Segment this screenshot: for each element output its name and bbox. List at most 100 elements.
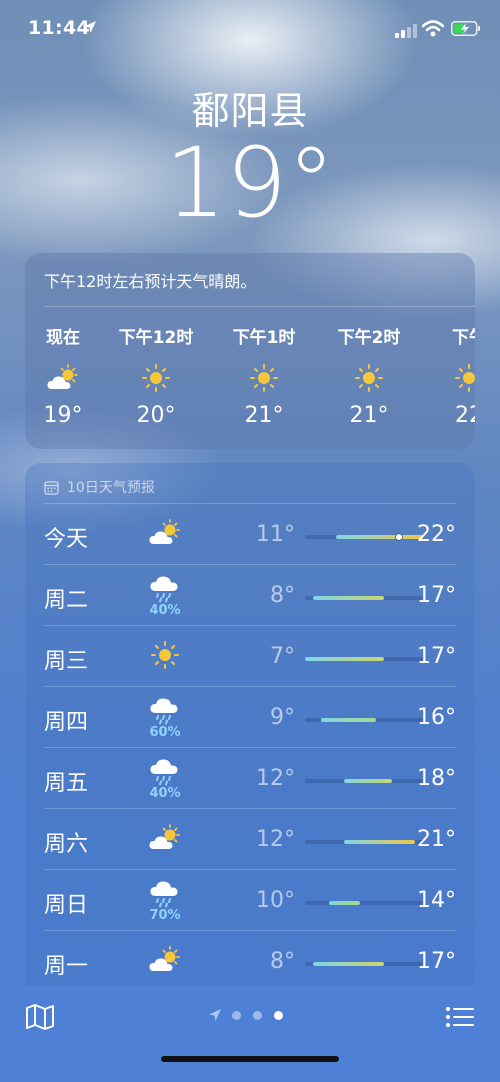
high-temp: 17° bbox=[417, 644, 456, 669]
low-temp: 12° bbox=[256, 827, 295, 852]
hour-label: 下午12时 bbox=[118, 328, 194, 348]
day-name: 周日 bbox=[44, 893, 89, 918]
bottom-toolbar bbox=[0, 986, 500, 1082]
hour-item: 现在 19° bbox=[25, 323, 108, 428]
temp-range-bar bbox=[320, 718, 376, 722]
cloud-sun-icon bbox=[149, 946, 180, 971]
cloud-sun-icon bbox=[149, 519, 180, 544]
current-location-icon[interactable] bbox=[208, 1008, 222, 1022]
daily-header-label: 10日天气预报 bbox=[67, 480, 155, 496]
battery-charging-icon bbox=[451, 21, 480, 36]
day-name: 周六 bbox=[44, 832, 89, 857]
cloud-rain-icon bbox=[150, 759, 178, 786]
cloud-sun-icon bbox=[47, 364, 78, 389]
temp-range-bar bbox=[328, 901, 361, 905]
hourly-forecast-card[interactable]: 下午12时左右预计天气晴朗。 现在 19° 下午12时 20° 下午1时 21°… bbox=[25, 253, 475, 449]
hour-temp: 21° bbox=[349, 403, 389, 428]
temp-range-bar bbox=[344, 779, 392, 783]
cloud-rain-icon bbox=[150, 881, 178, 908]
hour-label: 下午 bbox=[452, 328, 475, 348]
page-dot[interactable] bbox=[232, 1010, 241, 1020]
hourly-divider bbox=[44, 306, 475, 307]
low-temp: 8° bbox=[270, 949, 295, 974]
low-temp: 10° bbox=[256, 888, 295, 913]
day-icon-wrap: 70% bbox=[144, 878, 186, 926]
page-indicator[interactable] bbox=[208, 1008, 295, 1022]
page-dot-active[interactable] bbox=[274, 1010, 283, 1020]
low-temp: 8° bbox=[270, 583, 295, 608]
daily-header: 10日天气预报 bbox=[44, 477, 155, 497]
sun-icon bbox=[355, 364, 383, 392]
low-temp: 9° bbox=[270, 705, 295, 730]
ten-day-forecast-card[interactable]: 10日天气预报 今天 11° 22° 周二 40% 8° 17° 周三 7° 1… bbox=[25, 463, 475, 1023]
hour-item: 下午12时 20° bbox=[111, 323, 201, 428]
location-arrow-icon bbox=[84, 21, 96, 33]
high-temp: 21° bbox=[417, 827, 456, 852]
hour-temp: 22 bbox=[455, 403, 475, 428]
hour-item: 下午2时 21° bbox=[324, 323, 414, 428]
temp-range-bar bbox=[312, 596, 384, 600]
low-temp: 7° bbox=[270, 644, 295, 669]
day-icon-wrap: 40% bbox=[144, 573, 186, 621]
status-bar: 11:44 bbox=[0, 0, 500, 58]
day-name: 周三 bbox=[44, 649, 89, 674]
low-temp: 11° bbox=[256, 522, 295, 547]
precip-chance: 70% bbox=[149, 908, 181, 923]
temp-range-bar bbox=[344, 840, 416, 844]
day-row[interactable]: 今天 11° 22° bbox=[44, 503, 456, 565]
hour-label: 下午1时 bbox=[232, 328, 296, 348]
hour-temp: 19° bbox=[43, 403, 83, 428]
day-icon-wrap bbox=[144, 817, 186, 865]
low-temp: 12° bbox=[256, 766, 295, 791]
wifi-icon bbox=[422, 20, 444, 37]
current-temperature: 19° bbox=[164, 127, 336, 239]
high-temp: 14° bbox=[417, 888, 456, 913]
hour-label: 下午2时 bbox=[337, 328, 401, 348]
cloud-rain-icon bbox=[150, 698, 178, 725]
home-indicator[interactable] bbox=[161, 1056, 339, 1062]
day-icon-wrap: 60% bbox=[144, 695, 186, 743]
cloud-rain-icon bbox=[150, 576, 178, 603]
high-temp: 18° bbox=[417, 766, 456, 791]
temp-range-bar bbox=[312, 962, 384, 966]
hourly-summary: 下午12时左右预计天气晴朗。 bbox=[44, 272, 257, 291]
day-icon-wrap bbox=[144, 634, 186, 682]
day-row[interactable]: 周六 12° 21° bbox=[44, 808, 456, 870]
hour-temp: 21° bbox=[244, 403, 284, 428]
day-name: 周一 bbox=[44, 954, 89, 979]
day-icon-wrap bbox=[144, 939, 186, 987]
temp-range-bar bbox=[305, 657, 384, 661]
hour-item: 下午 22 bbox=[424, 323, 475, 428]
day-name: 周四 bbox=[44, 710, 89, 735]
day-name: 周二 bbox=[44, 588, 89, 613]
map-icon[interactable] bbox=[24, 1002, 56, 1032]
day-row[interactable]: 周五 40% 12° 18° bbox=[44, 747, 456, 809]
precip-chance: 40% bbox=[149, 786, 181, 801]
current-temp-dot bbox=[396, 534, 403, 540]
sun-icon bbox=[250, 364, 278, 392]
day-row[interactable]: 周四 60% 9° 16° bbox=[44, 686, 456, 748]
page-dot[interactable] bbox=[253, 1010, 262, 1020]
high-temp: 17° bbox=[417, 583, 456, 608]
day-icon-wrap bbox=[144, 512, 186, 560]
status-time: 11:44 bbox=[28, 17, 90, 39]
sun-icon bbox=[151, 641, 179, 669]
high-temp: 17° bbox=[417, 949, 456, 974]
high-temp: 22° bbox=[417, 522, 456, 547]
list-icon[interactable] bbox=[444, 1002, 476, 1032]
hour-label: 现在 bbox=[46, 328, 80, 348]
day-name: 今天 bbox=[44, 527, 89, 552]
hour-item: 下午1时 21° bbox=[219, 323, 309, 428]
sun-icon bbox=[455, 364, 475, 392]
hour-temp: 20° bbox=[136, 403, 176, 428]
day-row[interactable]: 周日 70% 10° 14° bbox=[44, 869, 456, 931]
day-row[interactable]: 周一 8° 17° bbox=[44, 930, 456, 992]
cloud-sun-icon bbox=[149, 824, 180, 849]
sun-icon bbox=[142, 364, 170, 392]
day-icon-wrap: 40% bbox=[144, 756, 186, 804]
precip-chance: 60% bbox=[149, 725, 181, 740]
day-row[interactable]: 周三 7° 17° bbox=[44, 625, 456, 687]
day-row[interactable]: 周二 40% 8° 17° bbox=[44, 564, 456, 626]
precip-chance: 40% bbox=[149, 603, 181, 618]
high-temp: 16° bbox=[417, 705, 456, 730]
